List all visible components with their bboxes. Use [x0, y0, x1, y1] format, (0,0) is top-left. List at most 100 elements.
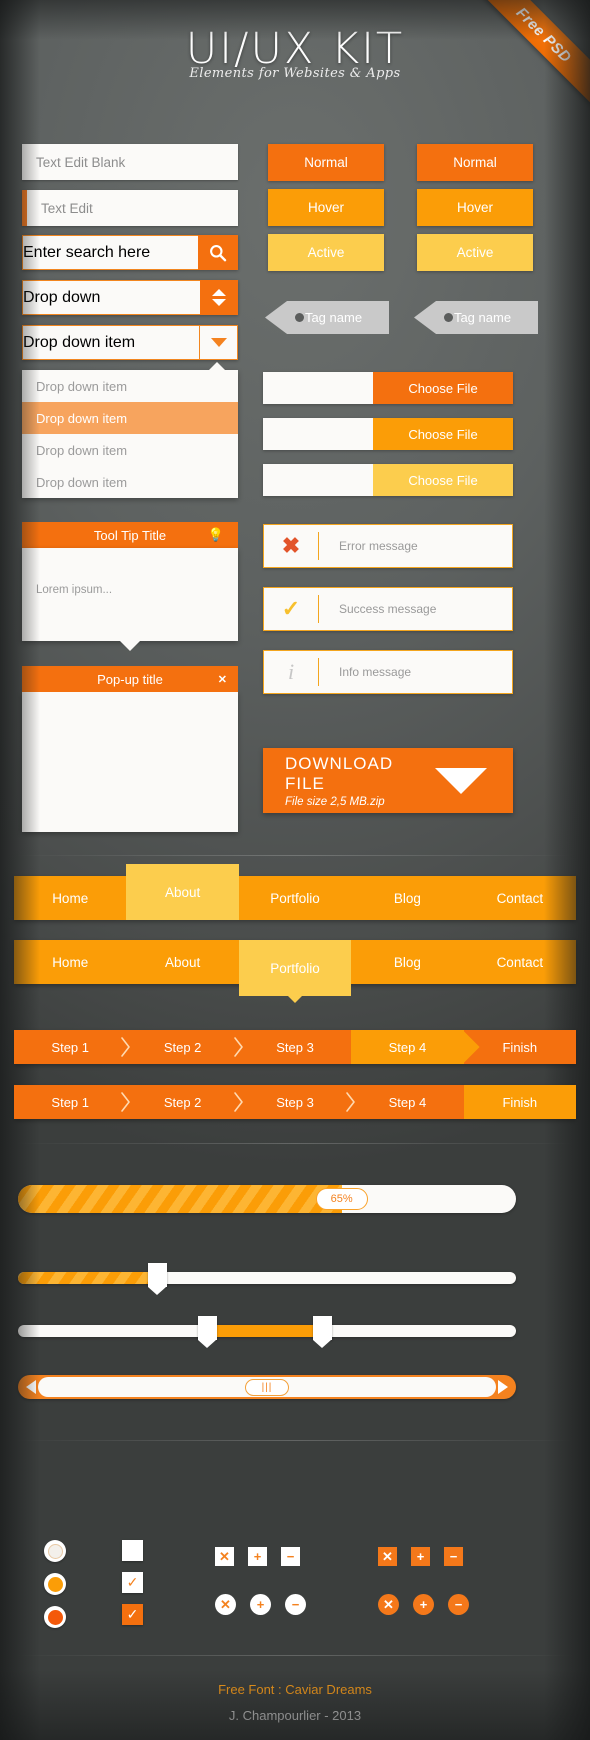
progress-bar[interactable]: 65% [18, 1185, 516, 1213]
dropdown-select[interactable]: Drop down item [22, 325, 238, 360]
tag-shape[interactable]: Tag name [265, 301, 389, 334]
nav-item-contact[interactable]: Contact [463, 876, 577, 920]
minus-icon-button[interactable]: − [444, 1547, 463, 1566]
dropdown-open-list[interactable]: Drop down item Drop down item Drop down it… [22, 362, 238, 498]
close-icon[interactable]: ✕ [218, 673, 227, 686]
minus-icon-button[interactable]: − [448, 1594, 469, 1615]
file-input-hover[interactable]: Choose File [263, 418, 513, 450]
checkbox-checked-filled[interactable]: ✓ [122, 1604, 143, 1625]
file-input-row[interactable]: Choose File [263, 464, 513, 496]
minus-icon-button[interactable]: − [281, 1547, 300, 1566]
plus-icon-button[interactable]: + [413, 1594, 434, 1615]
progress-track[interactable]: 65% [18, 1185, 516, 1213]
dropdown-list-item[interactable]: Drop down item [22, 466, 238, 498]
plus-icon-button[interactable]: + [250, 1594, 271, 1615]
checkbox-checked-light[interactable]: ✓ [122, 1572, 143, 1593]
icon-buttons-light-circles[interactable]: ✕ + − [215, 1594, 306, 1615]
step-item-4[interactable]: Step 4 [351, 1030, 480, 1064]
scrollbar[interactable]: ||| [18, 1375, 516, 1399]
slider-single-handle[interactable] [148, 1263, 168, 1295]
icon-buttons-light-squares[interactable]: ✕ + − [215, 1547, 300, 1566]
plus-icon-button[interactable]: + [248, 1547, 267, 1566]
button-hover[interactable]: Hover [417, 189, 533, 226]
minus-icon-button[interactable]: − [285, 1594, 306, 1615]
close-icon-button[interactable]: ✕ [215, 1547, 234, 1566]
checkbox-empty[interactable] [122, 1540, 143, 1561]
slider-range-track[interactable] [18, 1316, 516, 1348]
step-item-2[interactable]: Step 2 [126, 1030, 243, 1064]
scrollbar-bar[interactable]: ||| [18, 1375, 516, 1399]
tag-shape[interactable]: Tag name [414, 301, 538, 334]
slider-range[interactable] [18, 1316, 516, 1348]
chevron-down-icon[interactable] [210, 338, 227, 347]
button-active[interactable]: Active [268, 234, 384, 271]
nav-item-blog[interactable]: Blog [351, 940, 464, 984]
radio-hover[interactable] [44, 1573, 66, 1595]
nav-item-home[interactable]: Home [14, 940, 127, 984]
choose-file-button[interactable]: Choose File [373, 464, 513, 496]
step-item-3[interactable]: Step 3 [238, 1085, 356, 1119]
dropdown-stepper[interactable]: Drop down [22, 280, 238, 315]
dropdown-stepper-button[interactable] [200, 280, 238, 315]
tag-right[interactable]: Tag name [414, 301, 538, 334]
slider-single[interactable] [18, 1263, 516, 1295]
choose-file-button[interactable]: Choose File [373, 372, 513, 404]
nav-primary-bar[interactable]: Home About Portfolio Blog Contact [14, 864, 577, 920]
steps-secondary-bar[interactable]: Step 1 Step 2 Step 3 Step 4 Finish [14, 1085, 577, 1119]
button-normal[interactable]: Normal [417, 144, 533, 181]
slider-range-handle-end[interactable] [312, 1316, 332, 1348]
file-input-field[interactable] [263, 464, 373, 496]
step-item-2[interactable]: Step 2 [126, 1085, 243, 1119]
step-item-1[interactable]: Step 1 [14, 1030, 131, 1064]
button-active[interactable]: Active [417, 234, 533, 271]
nav-item-home[interactable]: Home [14, 876, 127, 920]
choose-file-button[interactable]: Choose File [373, 418, 513, 450]
step-item-1[interactable]: Step 1 [14, 1085, 131, 1119]
text-edit-field[interactable]: Text Edit [22, 190, 238, 226]
nav-item-contact[interactable]: Contact [463, 940, 577, 984]
button-hover[interactable]: Hover [268, 189, 384, 226]
nav-secondary-bar[interactable]: Home About Portfolio Blog Contact [14, 940, 577, 1003]
button-normal[interactable]: Normal [268, 144, 384, 181]
radio-group[interactable] [44, 1540, 66, 1628]
steps-primary[interactable]: Step 1 Step 2 Step 3 Step 4 Finish [14, 1030, 577, 1064]
dropdown-select-caret-button[interactable] [199, 326, 237, 359]
nav-secondary[interactable]: Home About Portfolio Blog Contact [14, 940, 577, 1003]
file-input-row[interactable]: Choose File [263, 418, 513, 450]
radio-selected[interactable] [44, 1606, 66, 1628]
file-input-active[interactable]: Choose File [263, 464, 513, 496]
nav-item-about[interactable]: About [126, 940, 239, 984]
close-icon-button[interactable]: ✕ [215, 1594, 236, 1615]
download-file-button[interactable]: DOWNLOAD FILE File size 2,5 MB.zip [263, 748, 513, 813]
file-input-field[interactable] [263, 418, 373, 450]
step-item-4[interactable]: Step 4 [351, 1085, 480, 1119]
search-button[interactable] [198, 235, 238, 270]
dropdown-list-item[interactable]: Drop down item [22, 434, 238, 466]
slider-single-track[interactable] [18, 1263, 516, 1295]
dropdown-list-item[interactable]: Drop down item [22, 402, 238, 434]
dropdown-select-value-box[interactable]: Drop down item [23, 326, 199, 359]
icon-buttons-dark-squares[interactable]: ✕ + − [378, 1547, 463, 1566]
dropdown-stepper-value-box[interactable]: Drop down [22, 280, 200, 315]
steps-secondary[interactable]: Step 1 Step 2 Step 3 Step 4 Finish [14, 1085, 577, 1119]
step-item-5[interactable]: Finish [463, 1030, 577, 1064]
scrollbar-track[interactable]: ||| [38, 1377, 496, 1397]
download-button-inner[interactable]: DOWNLOAD FILE File size 2,5 MB.zip [263, 748, 513, 813]
nav-item-blog[interactable]: Blog [351, 876, 464, 920]
nav-item-portfolio[interactable]: Portfolio [238, 940, 352, 1003]
file-input-normal[interactable]: Choose File [263, 372, 513, 404]
steps-primary-bar[interactable]: Step 1 Step 2 Step 3 Step 4 Finish [14, 1030, 577, 1064]
nav-item-about[interactable]: About [126, 864, 239, 920]
close-icon-button[interactable]: ✕ [378, 1594, 399, 1615]
dropdown-list-items[interactable]: Drop down item Drop down item Drop down it… [22, 370, 238, 498]
close-icon-button[interactable]: ✕ [378, 1547, 397, 1566]
search-input[interactable]: Enter search here [22, 235, 198, 270]
arrow-left-icon[interactable] [26, 1380, 36, 1394]
file-input-row[interactable]: Choose File [263, 372, 513, 404]
radio-empty[interactable] [44, 1540, 66, 1562]
nav-primary[interactable]: Home About Portfolio Blog Contact [14, 864, 577, 920]
chevron-down-icon[interactable] [212, 299, 226, 306]
step-item-3[interactable]: Step 3 [238, 1030, 368, 1064]
dropdown-list-item[interactable]: Drop down item [22, 370, 238, 402]
search-box[interactable]: Enter search here [22, 235, 238, 270]
